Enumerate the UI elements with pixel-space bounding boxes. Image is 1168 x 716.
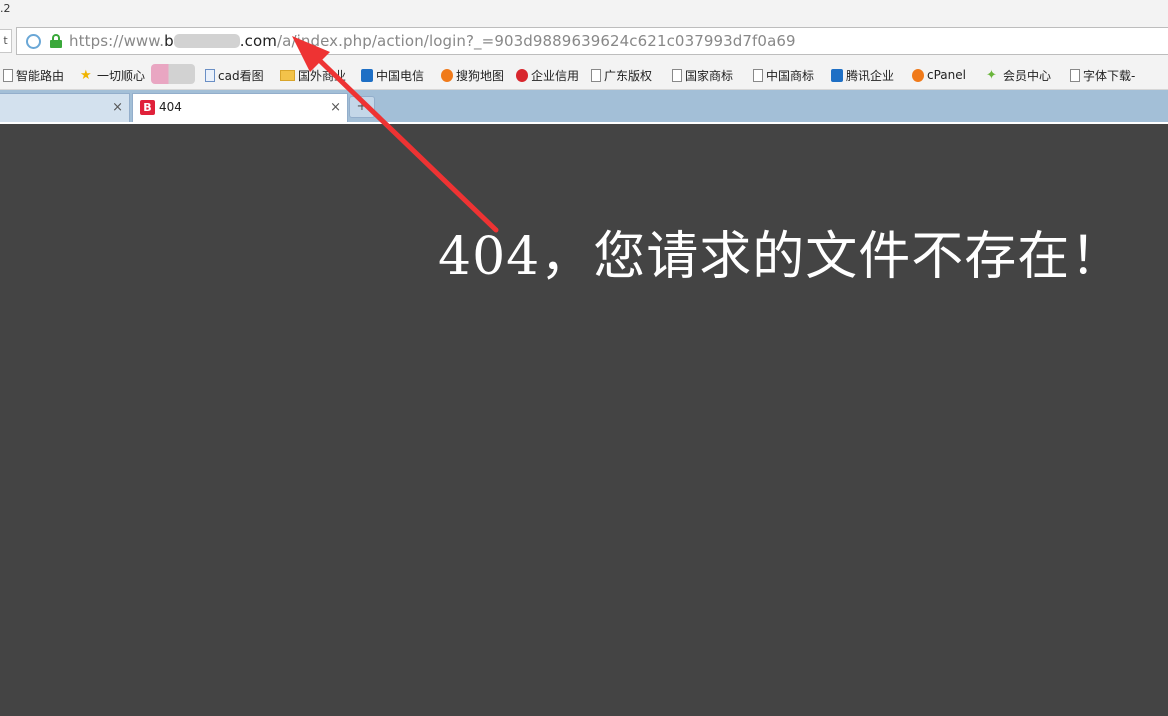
favicon-icon: B [140,100,155,115]
badge-icon [516,68,528,82]
star-icon: ★ [80,67,92,83]
lock-icon[interactable] [50,34,62,48]
bookmark-item[interactable]: 腾讯企业 [831,67,894,83]
address-bar[interactable]: https://www.b .com/a/index.php/action/log… [16,27,1168,55]
bookmark-label: 一切顺心 [97,68,146,83]
sogou-icon [441,68,453,82]
bookmark-label: cPanel [927,68,966,82]
telecom-icon [361,68,373,82]
bookmark-item[interactable]: cad看图 [205,67,264,83]
url-scheme: https://www. [69,32,165,50]
bookmark-item[interactable]: 字体下载- [1070,67,1135,83]
bookmark-label: 企业信用 [531,68,580,83]
bookmark-label: 智能路由 [16,68,65,83]
tencent-icon [831,68,843,82]
redacted-host [173,34,240,48]
bookmark-item[interactable]: 广东版权 [591,67,652,83]
bookmark-label: 国家商标 [685,68,734,83]
page-icon [3,68,13,82]
bookmark-label: 中国电信 [376,68,425,83]
bookmark-item[interactable]: 企业信用 [516,67,579,83]
url-text[interactable]: https://www.b .com/a/index.php/action/log… [69,32,796,50]
bookmark-label: cad看图 [218,68,264,83]
url-path: /a/index.php/action/login?_=903d98896396… [277,32,796,50]
cpanel-icon [912,68,924,82]
reload-icon[interactable] [26,34,41,49]
bookmark-item[interactable]: 国家商标 [672,67,733,83]
bookmark-label: 字体下载- [1083,68,1136,83]
page-icon [753,68,763,82]
tab-previous[interactable]: × [0,93,130,123]
page-icon [591,68,601,82]
page-content: 404，您请求的文件不存在！ [0,124,1168,716]
title-bar: .2 [0,0,1168,24]
url-host-start: b [164,32,174,50]
bookmark-label: 搜狗地图 [456,68,505,83]
bookmark-item[interactable]: 中国电信 [361,67,424,83]
bookmark-item[interactable]: 搜狗地图 [441,67,504,83]
new-tab-button[interactable]: + [349,96,375,118]
doc-icon [205,68,215,82]
folder-icon [280,69,295,81]
url-host-end: .com [239,32,278,50]
error-message: 404，您请求的文件不存在！ [438,227,1124,287]
bookmark-item[interactable]: 中国商标 [753,67,814,83]
bookmark-label: 广东版权 [604,68,653,83]
close-icon[interactable]: × [112,100,123,115]
redacted-bookmark [151,64,195,84]
close-icon[interactable]: × [330,100,341,115]
address-row: t https://www.b .com/a/index.php/action/l… [0,24,1168,58]
version-text: .2 [0,2,11,15]
back-button[interactable]: t [0,29,12,53]
bookmark-item[interactable]: ★ 一切顺心 [80,67,145,83]
bookmark-label: 腾讯企业 [846,68,895,83]
bookmark-label: 会员中心 [1003,68,1052,83]
page-icon [1070,68,1080,82]
bookmark-item[interactable]: 智能路由 [3,67,64,83]
tab-title: 404 [159,100,182,114]
bookmark-item[interactable]: 国外商业 [280,67,346,83]
bookmark-item[interactable]: ✦ 会员中心 [986,67,1051,83]
browser-window: .2 t https://www.b .com/a/index.php/actio… [0,0,1168,716]
tab-404[interactable]: B 404 × [132,93,348,123]
page-icon [672,68,682,82]
bookmark-item[interactable]: cPanel [912,67,966,83]
bookmark-label: 国外商业 [298,68,347,83]
green-star-icon: ✦ [986,67,997,83]
tab-strip: × B 404 × [0,90,1168,123]
bookmark-label: 中国商标 [766,68,815,83]
